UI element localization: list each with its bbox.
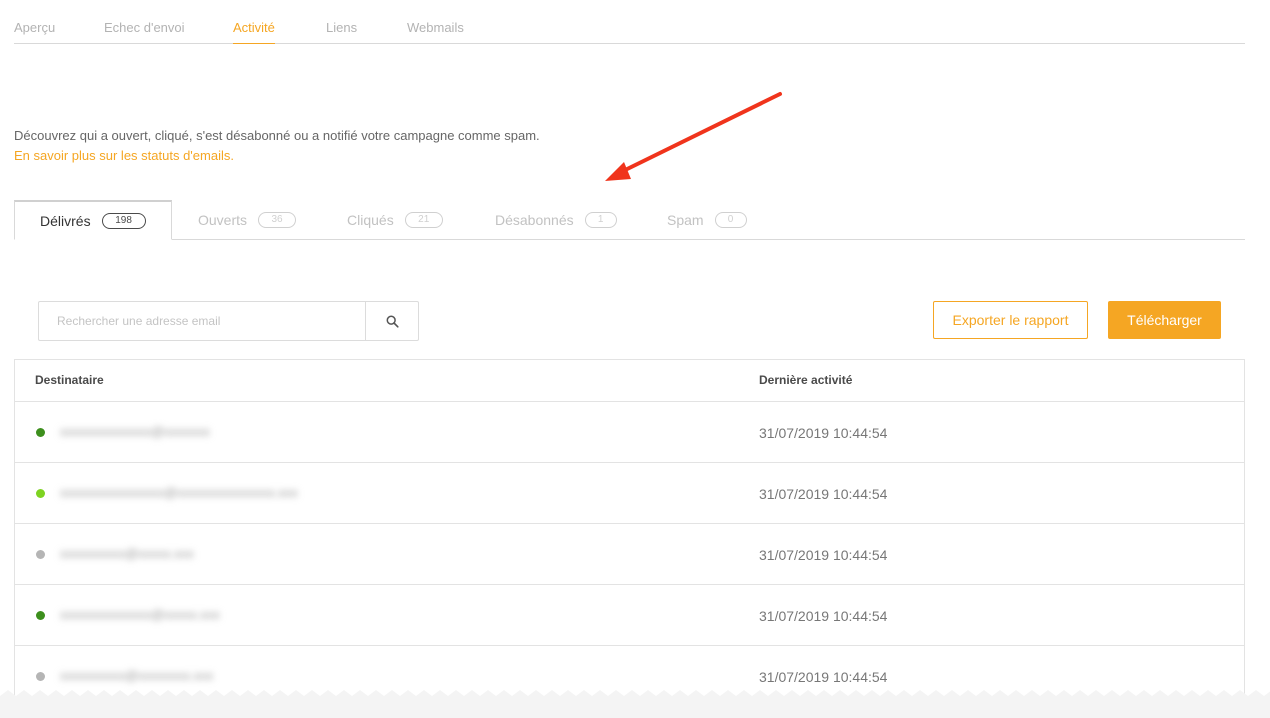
last-activity-date: 31/07/2019 10:44:54 (759, 425, 888, 441)
export-report-button[interactable]: Exporter le rapport (933, 301, 1088, 339)
email-status-help-link[interactable]: En savoir plus sur les statuts d'emails. (14, 148, 234, 163)
count-badge: 36 (258, 212, 297, 228)
annotation-arrow-icon (605, 92, 782, 181)
activity-table: Destinataire Dernière activité xxxxxxxxx… (14, 359, 1245, 699)
recipient-email: xxxxxxxxxxxxxxxx@xxxxxxxxxxxxxxx.xxx (60, 485, 298, 500)
status-tab-desabonnes[interactable]: Désabonnés 1 (495, 200, 617, 240)
search-icon (386, 315, 399, 328)
status-dot (36, 428, 45, 437)
status-tab-label: Spam (667, 212, 704, 228)
status-tab-label: Ouverts (198, 212, 248, 228)
status-tab-label: Cliqués (347, 212, 394, 228)
torn-edge-decoration (0, 690, 1270, 718)
count-badge: 1 (584, 212, 617, 228)
status-dot (36, 550, 45, 559)
column-header-recipient[interactable]: Destinataire (35, 373, 104, 387)
table-row[interactable]: xxxxxxxxxxxxxx@xxxxxxx 31/07/2019 10:44:5… (15, 402, 1244, 463)
table-row[interactable]: xxxxxxxxxxxxxx@xxxxx.xxx 31/07/2019 10:44… (15, 585, 1244, 646)
recipient-email: xxxxxxxxxx@xxxxx.xxx (60, 546, 194, 561)
status-tab-delivres[interactable]: Délivrés 198 (14, 200, 172, 240)
top-nav: Aperçu Echec d'envoi Activité Liens Webm… (14, 0, 1245, 44)
count-badge: 198 (101, 212, 146, 229)
tab-activite[interactable]: Activité (233, 20, 275, 44)
recipient-email: xxxxxxxxxxxxxx@xxxxx.xxx (60, 607, 220, 622)
status-tab-ouverts[interactable]: Ouverts 36 (198, 200, 297, 240)
tab-apercu[interactable]: Aperçu (14, 20, 55, 35)
count-badge: 21 (404, 212, 443, 228)
recipient-email: xxxxxxxxxxxxxx@xxxxxxx (60, 424, 210, 439)
status-tab-spam[interactable]: Spam 0 (667, 200, 747, 240)
search-input[interactable] (39, 302, 365, 340)
tab-webmails[interactable]: Webmails (407, 20, 464, 35)
status-tab-label: Désabonnés (495, 212, 574, 228)
last-activity-date: 31/07/2019 10:44:54 (759, 547, 888, 563)
status-tab-cliques[interactable]: Cliqués 21 (347, 200, 443, 240)
count-badge: 0 (714, 212, 747, 228)
tab-echec-envoi[interactable]: Echec d'envoi (104, 20, 185, 35)
table-row[interactable]: xxxxxxxxxx@xxxxx.xxx 31/07/2019 10:44:54 (15, 524, 1244, 585)
tab-liens[interactable]: Liens (326, 20, 357, 35)
table-header: Destinataire Dernière activité (15, 360, 1244, 402)
last-activity-date: 31/07/2019 10:44:54 (759, 608, 888, 624)
last-activity-date: 31/07/2019 10:44:54 (759, 669, 888, 685)
status-tab-label: Délivrés (40, 212, 91, 229)
page-description: Découvrez qui a ouvert, cliqué, s'est dé… (14, 128, 540, 143)
status-dot (36, 611, 45, 620)
last-activity-date: 31/07/2019 10:44:54 (759, 486, 888, 502)
status-dot (36, 489, 45, 498)
column-header-last-activity[interactable]: Dernière activité (759, 373, 852, 387)
recipient-email: xxxxxxxxxx@xxxxxxxx.xxx (60, 668, 214, 683)
search-button[interactable] (365, 302, 418, 340)
email-search (38, 301, 419, 341)
table-row[interactable]: xxxxxxxxxxxxxxxx@xxxxxxxxxxxxxxx.xxx 31/0… (15, 463, 1244, 524)
status-tabs: Délivrés 198 Ouverts 36 Cliqués 21 Désab… (14, 200, 1245, 240)
download-button[interactable]: Télécharger (1108, 301, 1221, 339)
status-dot (36, 672, 45, 681)
